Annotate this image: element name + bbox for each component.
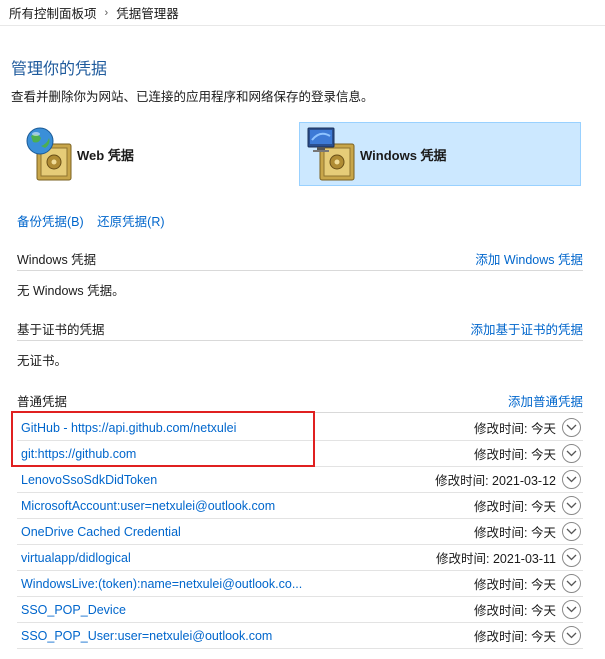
credential-modified: 修改时间: 今天 bbox=[474, 422, 556, 436]
credential-name: LenovoSsoSdkDidToken bbox=[21, 472, 158, 487]
credential-row[interactable]: SSO_POP_User:user=netxulei@outlook.com 修… bbox=[17, 623, 583, 649]
generic-credentials-section-header: 普通凭据 添加普通凭据 bbox=[17, 389, 583, 413]
restore-credentials-link[interactable]: 还原凭据(R) bbox=[97, 215, 164, 229]
add-windows-credential-link[interactable]: 添加 Windows 凭据 bbox=[475, 249, 583, 268]
credential-modified: 修改时间: 今天 bbox=[474, 448, 556, 462]
page-title: 管理你的凭据 bbox=[11, 61, 108, 78]
section-title-windows: Windows 凭据 bbox=[17, 253, 97, 267]
section-title-generic: 普通凭据 bbox=[17, 395, 68, 409]
web-credentials-label: Web 凭据 bbox=[77, 147, 134, 163]
backup-restore-links: 备份凭据(B) 还原凭据(R) bbox=[17, 211, 175, 230]
credential-modified: 修改时间: 今天 bbox=[474, 578, 556, 592]
windows-credentials-label: Windows 凭据 bbox=[360, 147, 447, 163]
chevron-down-icon[interactable] bbox=[562, 444, 581, 463]
section-title-certificate: 基于证书的凭据 bbox=[17, 323, 105, 337]
breadcrumb-root[interactable]: 所有控制面板项 bbox=[9, 3, 97, 22]
credential-row[interactable]: LenovoSsoSdkDidToken 修改时间: 2021-03-12 bbox=[17, 467, 583, 493]
credential-name: GitHub - https://api.github.com/netxulei bbox=[21, 420, 237, 435]
windows-credentials-section-header: Windows 凭据 添加 Windows 凭据 bbox=[17, 247, 583, 271]
globe-safe-icon bbox=[23, 124, 75, 184]
web-credentials-tile[interactable]: Web 凭据 bbox=[17, 122, 299, 186]
breadcrumb: 所有控制面板项 › 凭据管理器 bbox=[0, 0, 605, 26]
chevron-down-icon[interactable] bbox=[562, 600, 581, 619]
chevron-down-icon[interactable] bbox=[562, 496, 581, 515]
credential-row[interactable]: GitHub - https://api.github.com/netxulei… bbox=[17, 415, 583, 441]
credential-name: SSO_POP_Device bbox=[21, 602, 126, 617]
chevron-down-icon[interactable] bbox=[562, 574, 581, 593]
page-subtitle: 查看并删除你为网站、已连接的应用程序和网络保存的登录信息。 bbox=[11, 90, 374, 104]
credential-row[interactable]: git:https://github.com 修改时间: 今天 bbox=[17, 441, 583, 467]
chevron-down-icon[interactable] bbox=[562, 548, 581, 567]
add-certificate-credential-link[interactable]: 添加基于证书的凭据 bbox=[470, 319, 583, 338]
credential-name: virtualapp/didlogical bbox=[21, 550, 131, 565]
monitor-safe-icon bbox=[306, 124, 358, 184]
credential-name: git:https://github.com bbox=[21, 446, 137, 461]
credential-modified: 修改时间: 今天 bbox=[474, 500, 556, 514]
credential-name: MicrosoftAccount:user=netxulei@outlook.c… bbox=[21, 498, 276, 513]
chevron-down-icon[interactable] bbox=[562, 522, 581, 541]
credential-modified: 修改时间: 今天 bbox=[474, 526, 556, 540]
credential-modified: 修改时间: 今天 bbox=[474, 604, 556, 618]
credential-row[interactable]: SSO_POP_Device 修改时间: 今天 bbox=[17, 597, 583, 623]
credential-modified: 修改时间: 今天 bbox=[474, 630, 556, 644]
credential-name: WindowsLive:(token):name=netxulei@outloo… bbox=[21, 576, 303, 591]
credential-modified: 修改时间: 2021-03-11 bbox=[436, 552, 556, 566]
credential-row[interactable]: virtualapp/didlogical 修改时间: 2021-03-11 bbox=[17, 545, 583, 571]
credential-row[interactable]: MicrosoftAccount:user=netxulei@outlook.c… bbox=[17, 493, 583, 519]
windows-credentials-empty: 无 Windows 凭据。 bbox=[17, 284, 125, 298]
chevron-right-icon: › bbox=[104, 6, 109, 19]
certificate-credentials-section-header: 基于证书的凭据 添加基于证书的凭据 bbox=[17, 317, 583, 341]
credential-modified: 修改时间: 2021-03-12 bbox=[435, 474, 556, 488]
credential-row[interactable]: OneDrive Cached Credential 修改时间: 今天 bbox=[17, 519, 583, 545]
windows-credentials-tile[interactable]: Windows 凭据 bbox=[299, 122, 581, 186]
breadcrumb-current: 凭据管理器 bbox=[116, 7, 179, 21]
backup-credentials-link[interactable]: 备份凭据(B) bbox=[17, 215, 84, 229]
chevron-down-icon[interactable] bbox=[562, 470, 581, 489]
certificate-credentials-empty: 无证书。 bbox=[17, 354, 68, 368]
credential-row[interactable]: WindowsLive:(token):name=netxulei@outloo… bbox=[17, 571, 583, 597]
chevron-down-icon[interactable] bbox=[562, 418, 581, 437]
add-generic-credential-link[interactable]: 添加普通凭据 bbox=[508, 391, 583, 410]
chevron-down-icon[interactable] bbox=[562, 626, 581, 645]
credential-name: OneDrive Cached Credential bbox=[21, 524, 181, 539]
credential-name: SSO_POP_User:user=netxulei@outlook.com bbox=[21, 628, 273, 643]
